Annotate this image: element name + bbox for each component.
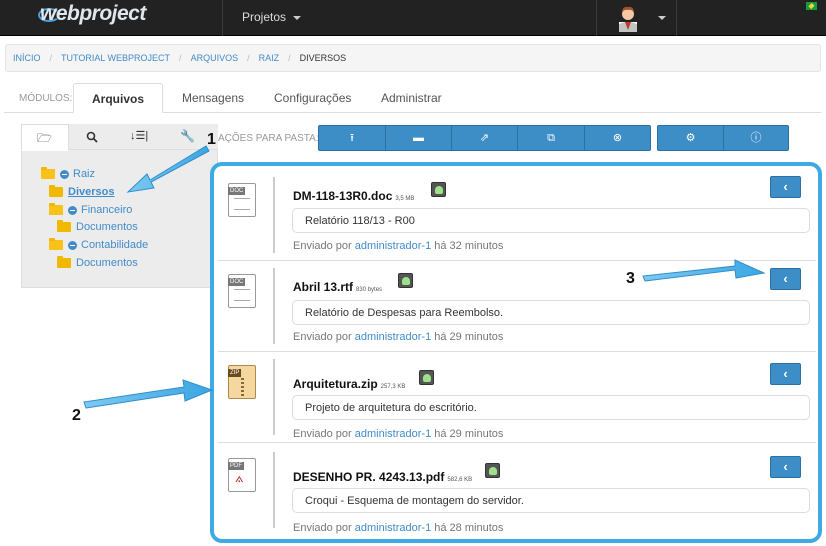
tutorial-arrows-overlay	[83, 145, 766, 409]
callout-number-2: 2	[72, 407, 81, 424]
callout-arrow-2	[83, 379, 214, 409]
callout-arrow-3	[642, 259, 766, 282]
callout-arrow-1	[126, 145, 210, 193]
callout-number-3: 3	[626, 270, 635, 287]
callout-number-1: 1	[207, 131, 216, 148]
